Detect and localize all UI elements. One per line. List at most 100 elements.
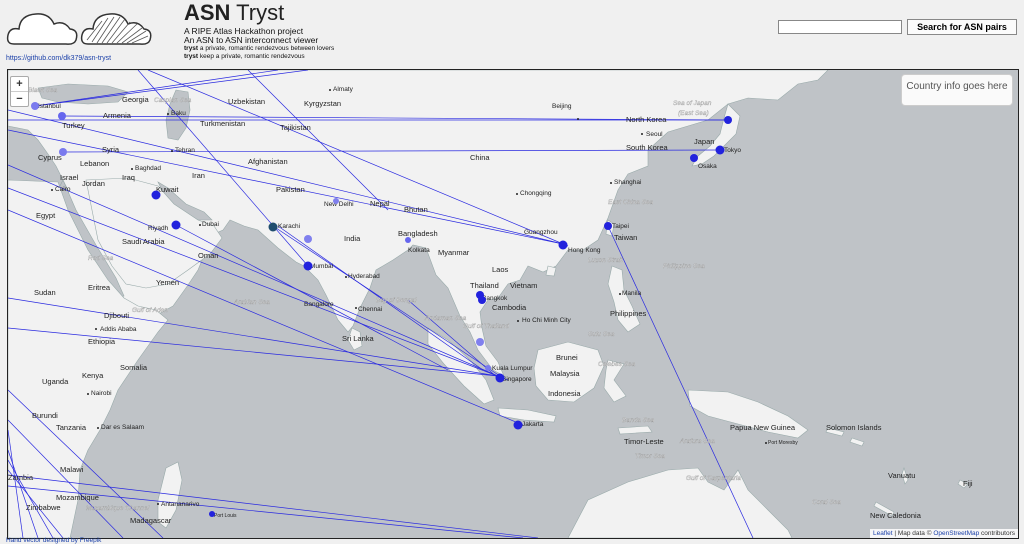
svg-text:Sea of Japan: Sea of Japan bbox=[673, 100, 712, 107]
svg-text:Tajikistan: Tajikistan bbox=[280, 123, 311, 132]
svg-text:Nairobi: Nairobi bbox=[91, 390, 112, 397]
svg-text:Jordan: Jordan bbox=[82, 179, 105, 188]
svg-text:Cyprus: Cyprus bbox=[38, 153, 62, 162]
marker-japan-north bbox=[724, 116, 732, 124]
marker-new-delhi bbox=[333, 198, 339, 204]
country-info-box: Country info goes here bbox=[901, 74, 1013, 106]
marker-riyadh bbox=[171, 220, 181, 230]
svg-text:Hyderabad: Hyderabad bbox=[348, 273, 380, 280]
map-view[interactable]: Black Sea Caspian Sea Sea of Japan (East… bbox=[7, 69, 1019, 539]
app-title: ASN Tryst bbox=[184, 0, 284, 26]
marker-turkey bbox=[58, 112, 66, 120]
marker-mumbai bbox=[303, 261, 313, 271]
svg-text:Mozambique: Mozambique bbox=[56, 493, 99, 502]
svg-text:Bangalore: Bangalore bbox=[304, 301, 334, 308]
svg-text:Gulf of Thailand: Gulf of Thailand bbox=[463, 323, 509, 330]
svg-text:Manila: Manila bbox=[622, 290, 642, 297]
svg-text:Afghanistan: Afghanistan bbox=[248, 157, 288, 166]
svg-text:Tokyo: Tokyo bbox=[724, 147, 741, 154]
footer-credit-link[interactable]: Hand vector designed by Freepik bbox=[6, 537, 101, 544]
github-link[interactable]: https://github.com/dk379/asn-tryst bbox=[6, 55, 111, 62]
svg-text:Somalia: Somalia bbox=[120, 363, 148, 372]
svg-text:Shanghai: Shanghai bbox=[614, 179, 641, 186]
landmasses bbox=[8, 70, 969, 538]
svg-text:South Korea: South Korea bbox=[626, 143, 669, 152]
svg-text:Zambia: Zambia bbox=[8, 473, 34, 482]
search-asn-pairs-button[interactable]: Search for ASN pairs bbox=[907, 19, 1017, 35]
svg-text:Turkey: Turkey bbox=[62, 121, 85, 130]
svg-text:Istanbul: Istanbul bbox=[38, 103, 61, 110]
svg-text:Solomon Islands: Solomon Islands bbox=[826, 423, 882, 432]
zoom-in-button[interactable]: + bbox=[11, 77, 28, 91]
svg-text:Sulu Sea: Sulu Sea bbox=[588, 331, 615, 338]
marker-tokyo bbox=[715, 145, 725, 155]
svg-text:(East Sea): (East Sea) bbox=[678, 110, 709, 117]
svg-text:Ho Chi Minh City: Ho Chi Minh City bbox=[522, 317, 572, 324]
svg-text:Black Sea: Black Sea bbox=[28, 87, 58, 94]
svg-text:Port Louis: Port Louis bbox=[214, 513, 237, 519]
svg-text:Kenya: Kenya bbox=[82, 371, 104, 380]
svg-text:Beijing: Beijing bbox=[552, 103, 572, 110]
app-subtitle: A RIPE Atlas Hackathon project An ASN to… bbox=[184, 27, 334, 61]
svg-text:Vietnam: Vietnam bbox=[510, 281, 537, 290]
svg-text:Bhutan: Bhutan bbox=[404, 205, 428, 214]
svg-text:Sri Lanka: Sri Lanka bbox=[342, 334, 375, 343]
svg-text:Almaty: Almaty bbox=[333, 86, 354, 93]
svg-text:China: China bbox=[470, 153, 490, 162]
marker-jakarta bbox=[513, 420, 523, 430]
svg-text:Pakistan: Pakistan bbox=[276, 185, 305, 194]
svg-text:Bangladesh: Bangladesh bbox=[398, 229, 438, 238]
definition-1: tryst a private, romantic rendezvous bet… bbox=[184, 45, 335, 52]
svg-text:Brunei: Brunei bbox=[556, 353, 578, 362]
map-attribution: Leaflet | Map data © OpenStreetMap contr… bbox=[869, 529, 1018, 538]
marker-kolkata bbox=[405, 237, 411, 243]
svg-text:Taiwan: Taiwan bbox=[614, 233, 637, 242]
svg-text:New Delhi: New Delhi bbox=[324, 201, 354, 208]
svg-text:Georgia: Georgia bbox=[122, 95, 150, 104]
marker-kuwait bbox=[151, 190, 161, 200]
definition-2: tryst keep a private, romantic rendezvou… bbox=[184, 53, 305, 60]
marker-taipei bbox=[604, 222, 612, 230]
svg-text:Arabian Sea: Arabian Sea bbox=[233, 299, 270, 306]
svg-text:Arafura Sea: Arafura Sea bbox=[679, 438, 715, 445]
app-title-rest: Tryst bbox=[236, 0, 285, 25]
svg-text:Tanzania: Tanzania bbox=[56, 423, 87, 432]
svg-text:Madagascar: Madagascar bbox=[130, 516, 172, 525]
svg-text:Seoul: Seoul bbox=[646, 131, 663, 138]
svg-text:Baghdad: Baghdad bbox=[135, 165, 161, 172]
asn-search-input[interactable] bbox=[778, 20, 902, 34]
svg-text:Indonesia: Indonesia bbox=[548, 389, 581, 398]
svg-text:Guangzhou: Guangzhou bbox=[524, 229, 558, 236]
svg-text:Laos: Laos bbox=[492, 265, 509, 274]
svg-text:Sudan: Sudan bbox=[34, 288, 56, 297]
svg-text:Cambodia: Cambodia bbox=[492, 303, 527, 312]
svg-text:Mumbai: Mumbai bbox=[310, 263, 333, 270]
svg-text:Kyrgyzstan: Kyrgyzstan bbox=[304, 99, 341, 108]
svg-text:Banda Sea: Banda Sea bbox=[622, 417, 655, 424]
marker-india-west bbox=[304, 235, 312, 243]
svg-text:Gulf of Carpentaria: Gulf of Carpentaria bbox=[686, 475, 741, 482]
svg-text:Thailand: Thailand bbox=[470, 281, 499, 290]
svg-text:Djibouti: Djibouti bbox=[104, 311, 129, 320]
svg-text:India: India bbox=[344, 234, 361, 243]
marker-osaka bbox=[690, 154, 698, 162]
svg-text:Riyadh: Riyadh bbox=[148, 225, 169, 232]
svg-text:Burundi: Burundi bbox=[32, 411, 58, 420]
svg-text:Iran: Iran bbox=[192, 171, 205, 180]
svg-text:Osaka: Osaka bbox=[698, 163, 717, 170]
svg-text:Cairo: Cairo bbox=[55, 186, 71, 193]
subtitle-line-2: An ASN to ASN interconnect viewer bbox=[184, 35, 319, 45]
zoom-out-button[interactable]: − bbox=[11, 91, 28, 106]
svg-text:Yemen: Yemen bbox=[156, 278, 179, 287]
marker-cyprus bbox=[59, 148, 67, 156]
marker-kuala-lumpur bbox=[485, 365, 491, 371]
svg-text:North Korea: North Korea bbox=[626, 115, 667, 124]
openstreetmap-link[interactable]: OpenStreetMap bbox=[933, 530, 979, 537]
svg-text:Kolkata: Kolkata bbox=[408, 247, 430, 254]
svg-text:Uganda: Uganda bbox=[42, 377, 69, 386]
marker-bangkok bbox=[478, 296, 486, 304]
svg-text:Port Moresby: Port Moresby bbox=[768, 440, 798, 446]
svg-text:Mozambique Channel: Mozambique Channel bbox=[86, 505, 150, 512]
leaflet-link[interactable]: Leaflet bbox=[873, 530, 893, 537]
svg-text:Ethiopia: Ethiopia bbox=[88, 337, 116, 346]
